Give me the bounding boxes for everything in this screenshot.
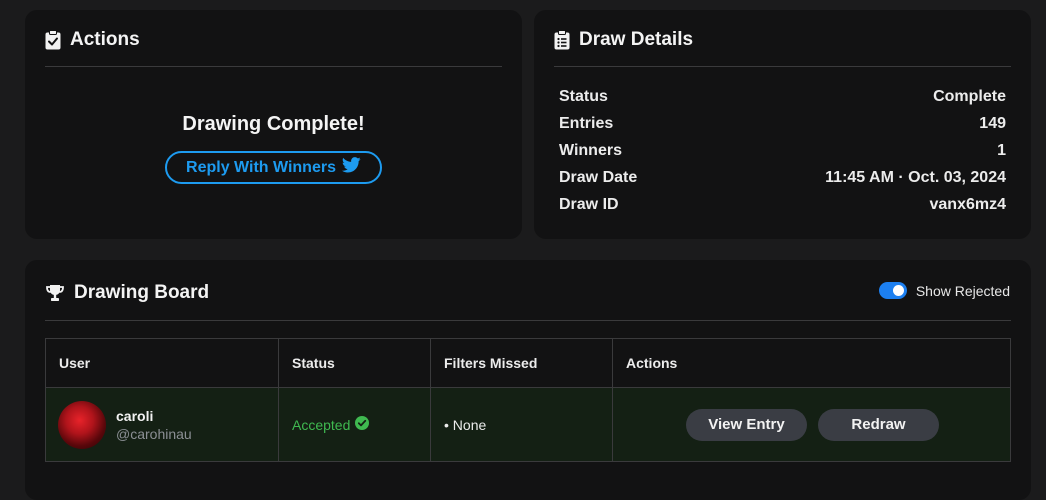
status-text: Accepted xyxy=(292,416,351,433)
user-info: caroli @carohinau xyxy=(116,408,192,442)
toggle-switch[interactable] xyxy=(878,282,907,299)
drawing-board-card: Drawing Board Show Rejected User Status … xyxy=(25,260,1031,500)
detail-value: 11:45 AM · Oct. 03, 2024 xyxy=(825,169,1006,186)
detail-value: Complete xyxy=(933,88,1006,105)
drawing-complete-message: Drawing Complete! xyxy=(182,113,365,135)
detail-value: 1 xyxy=(997,142,1006,159)
details-card-title: Draw Details xyxy=(579,29,694,50)
detail-label: Status xyxy=(559,88,608,105)
check-circle-icon xyxy=(355,416,370,433)
actions-cell: View Entry Redraw xyxy=(613,388,1010,461)
reply-button-label: Reply With Winners xyxy=(186,158,336,176)
detail-label: Draw ID xyxy=(559,196,619,213)
column-header-user: User xyxy=(46,339,279,387)
user-name[interactable]: caroli xyxy=(116,408,192,424)
detail-label: Draw Date xyxy=(559,169,638,186)
details-card-header: Draw Details xyxy=(554,27,693,53)
draw-details-card: Draw Details Status Complete Entries 149… xyxy=(534,10,1031,239)
avatar[interactable] xyxy=(58,400,106,449)
column-header-status: Status xyxy=(279,339,431,387)
status-cell: Accepted xyxy=(279,388,431,461)
clipboard-list-icon xyxy=(554,30,570,50)
clipboard-check-icon xyxy=(45,30,61,50)
redraw-button[interactable]: Redraw xyxy=(818,408,939,441)
trophy-icon xyxy=(45,284,65,302)
divider xyxy=(45,66,502,67)
table-row: caroli @carohinau Accepted • None View E… xyxy=(46,388,1010,461)
detail-row-entries: Entries 149 xyxy=(559,112,1006,136)
detail-value: vanx6mz4 xyxy=(929,196,1007,213)
detail-label: Entries xyxy=(559,115,614,132)
reply-with-winners-button[interactable]: Reply With Winners xyxy=(165,151,382,184)
board-card-title: Drawing Board xyxy=(74,282,210,303)
toggle-knob xyxy=(892,285,904,296)
view-entry-button[interactable]: View Entry xyxy=(686,408,807,441)
detail-row-draw-id: Draw ID vanx6mz4 xyxy=(559,193,1006,217)
detail-row-draw-date: Draw Date 11:45 AM · Oct. 03, 2024 xyxy=(559,166,1006,190)
filters-missed-value: • None xyxy=(444,416,487,433)
user-cell: caroli @carohinau xyxy=(46,388,279,461)
column-header-filters-missed: Filters Missed xyxy=(431,339,613,387)
filters-missed-cell: • None xyxy=(431,388,613,461)
status-badge: Accepted xyxy=(292,416,370,433)
actions-card-title: Actions xyxy=(70,29,140,50)
board-card-header: Drawing Board xyxy=(45,280,209,306)
divider xyxy=(45,320,1011,321)
detail-value: 149 xyxy=(979,115,1006,132)
detail-label: Winners xyxy=(559,142,622,159)
actions-card-header: Actions xyxy=(45,27,140,53)
twitter-bird-icon xyxy=(341,157,361,178)
drawing-board-table: User Status Filters Missed Actions carol… xyxy=(45,338,1011,462)
table-header: User Status Filters Missed Actions xyxy=(46,339,1010,388)
show-rejected-label: Show Rejected xyxy=(915,282,1010,299)
divider xyxy=(554,66,1011,67)
detail-row-status: Status Complete xyxy=(559,85,1006,109)
detail-row-winners: Winners 1 xyxy=(559,139,1006,163)
column-header-actions: Actions xyxy=(626,355,678,371)
user-handle[interactable]: @carohinau xyxy=(116,426,192,442)
show-rejected-toggle[interactable]: Show Rejected xyxy=(878,282,1010,299)
actions-card: Actions Drawing Complete! Reply With Win… xyxy=(25,10,522,239)
